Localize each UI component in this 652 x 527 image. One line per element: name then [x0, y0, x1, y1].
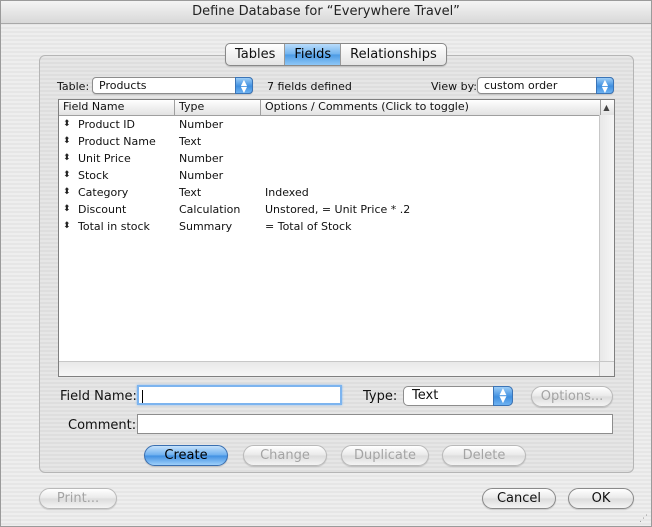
- change-button[interactable]: Change: [243, 445, 327, 466]
- popup-arrows-icon: ▲ ▼: [596, 77, 614, 94]
- define-database-dialog: Define Database for “Everywhere Travel” …: [0, 0, 652, 527]
- table-row[interactable]: ⬍ Stock Number: [59, 167, 600, 184]
- drag-handle-icon[interactable]: ⬍: [63, 201, 71, 218]
- row-field-name: Stock: [78, 169, 109, 182]
- row-field-options: = Total of Stock: [265, 220, 352, 233]
- row-field-type: Text: [179, 135, 202, 148]
- fields-count: 7 fields defined: [267, 80, 352, 93]
- comment-input[interactable]: [137, 414, 613, 434]
- type-popup-value: Text: [412, 388, 439, 403]
- fields-list: ⬍ Product ID Number ⬍ Product Name Text …: [59, 116, 600, 235]
- row-field-name: Product ID: [78, 118, 135, 131]
- create-button[interactable]: Create: [144, 445, 228, 466]
- row-field-name: Category: [78, 186, 129, 199]
- table-row[interactable]: ⬍ Product Name Text: [59, 133, 600, 150]
- text-cursor: [142, 390, 143, 403]
- cancel-button[interactable]: Cancel: [482, 488, 556, 509]
- table-row[interactable]: ⬍ Discount Calculation Unstored, = Unit …: [59, 201, 600, 218]
- field-name-label: Field Name:: [60, 389, 137, 404]
- tab-tables[interactable]: Tables: [226, 44, 286, 65]
- row-field-options: Unstored, = Unit Price * .2: [265, 203, 411, 216]
- popup-arrows-icon: ▲ ▼: [493, 386, 513, 406]
- horizontal-scrollbar[interactable]: [59, 361, 600, 376]
- table-row[interactable]: ⬍ Product ID Number: [59, 116, 600, 133]
- table-row[interactable]: ⬍ Category Text Indexed: [59, 184, 600, 201]
- type-popup[interactable]: Text ▲ ▼: [403, 386, 513, 406]
- table-header: Field Name Type Options / Comments (Clic…: [59, 100, 614, 116]
- tab-relationships[interactable]: Relationships: [341, 44, 446, 65]
- row-field-name: Unit Price: [78, 152, 131, 165]
- delete-button[interactable]: Delete: [442, 445, 526, 466]
- row-field-type: Number: [179, 152, 224, 165]
- table-popup-value: Products: [99, 79, 147, 92]
- column-header-type[interactable]: Type: [175, 100, 261, 115]
- row-field-type: Text: [179, 186, 202, 199]
- drag-handle-icon[interactable]: ⬍: [63, 184, 71, 201]
- comment-label: Comment:: [68, 418, 137, 433]
- vertical-scrollbar[interactable]: [599, 115, 614, 362]
- print-button[interactable]: Print...: [39, 488, 117, 509]
- window-title: Define Database for “Everywhere Travel”: [1, 1, 651, 24]
- row-field-type: Calculation: [179, 203, 241, 216]
- sort-triangle-icon[interactable]: ▲: [599, 100, 614, 115]
- popup-arrows-icon: ▲ ▼: [235, 77, 253, 94]
- row-field-name: Product Name: [78, 135, 156, 148]
- row-field-type: Number: [179, 118, 224, 131]
- duplicate-button[interactable]: Duplicate: [341, 445, 429, 466]
- row-field-type: Number: [179, 169, 224, 182]
- fields-table[interactable]: Field Name Type Options / Comments (Clic…: [58, 99, 615, 377]
- tab-fields[interactable]: Fields: [285, 44, 342, 65]
- view-by-label: View by:: [431, 80, 477, 93]
- drag-handle-icon[interactable]: ⬍: [63, 218, 71, 235]
- field-name-input[interactable]: [137, 385, 342, 405]
- drag-handle-icon[interactable]: ⬍: [63, 133, 71, 150]
- view-by-value: custom order: [484, 79, 558, 92]
- row-field-name: Total in stock: [78, 220, 150, 233]
- table-row[interactable]: ⬍ Unit Price Number: [59, 150, 600, 167]
- drag-handle-icon[interactable]: ⬍: [63, 150, 71, 167]
- type-label: Type:: [363, 389, 398, 404]
- table-label: Table:: [57, 80, 90, 93]
- row-field-options: Indexed: [265, 186, 309, 199]
- column-header-field-name[interactable]: Field Name: [59, 100, 175, 115]
- drag-handle-icon[interactable]: ⬍: [63, 116, 71, 133]
- options-button[interactable]: Options...: [531, 386, 613, 407]
- drag-handle-icon[interactable]: ⬍: [63, 167, 71, 184]
- column-header-options[interactable]: Options / Comments (Click to toggle): [261, 100, 601, 115]
- table-popup[interactable]: Products ▲ ▼: [92, 77, 253, 94]
- tab-bar: Tables Fields Relationships: [225, 43, 447, 66]
- resize-grip-icon[interactable]: ⋰: [639, 514, 649, 524]
- row-field-type: Summary: [179, 220, 233, 233]
- scroll-corner: [599, 361, 614, 376]
- row-field-name: Discount: [78, 203, 127, 216]
- view-by-popup[interactable]: custom order ▲ ▼: [477, 77, 614, 94]
- table-row[interactable]: ⬍ Total in stock Summary = Total of Stoc…: [59, 218, 600, 235]
- ok-button[interactable]: OK: [568, 488, 634, 509]
